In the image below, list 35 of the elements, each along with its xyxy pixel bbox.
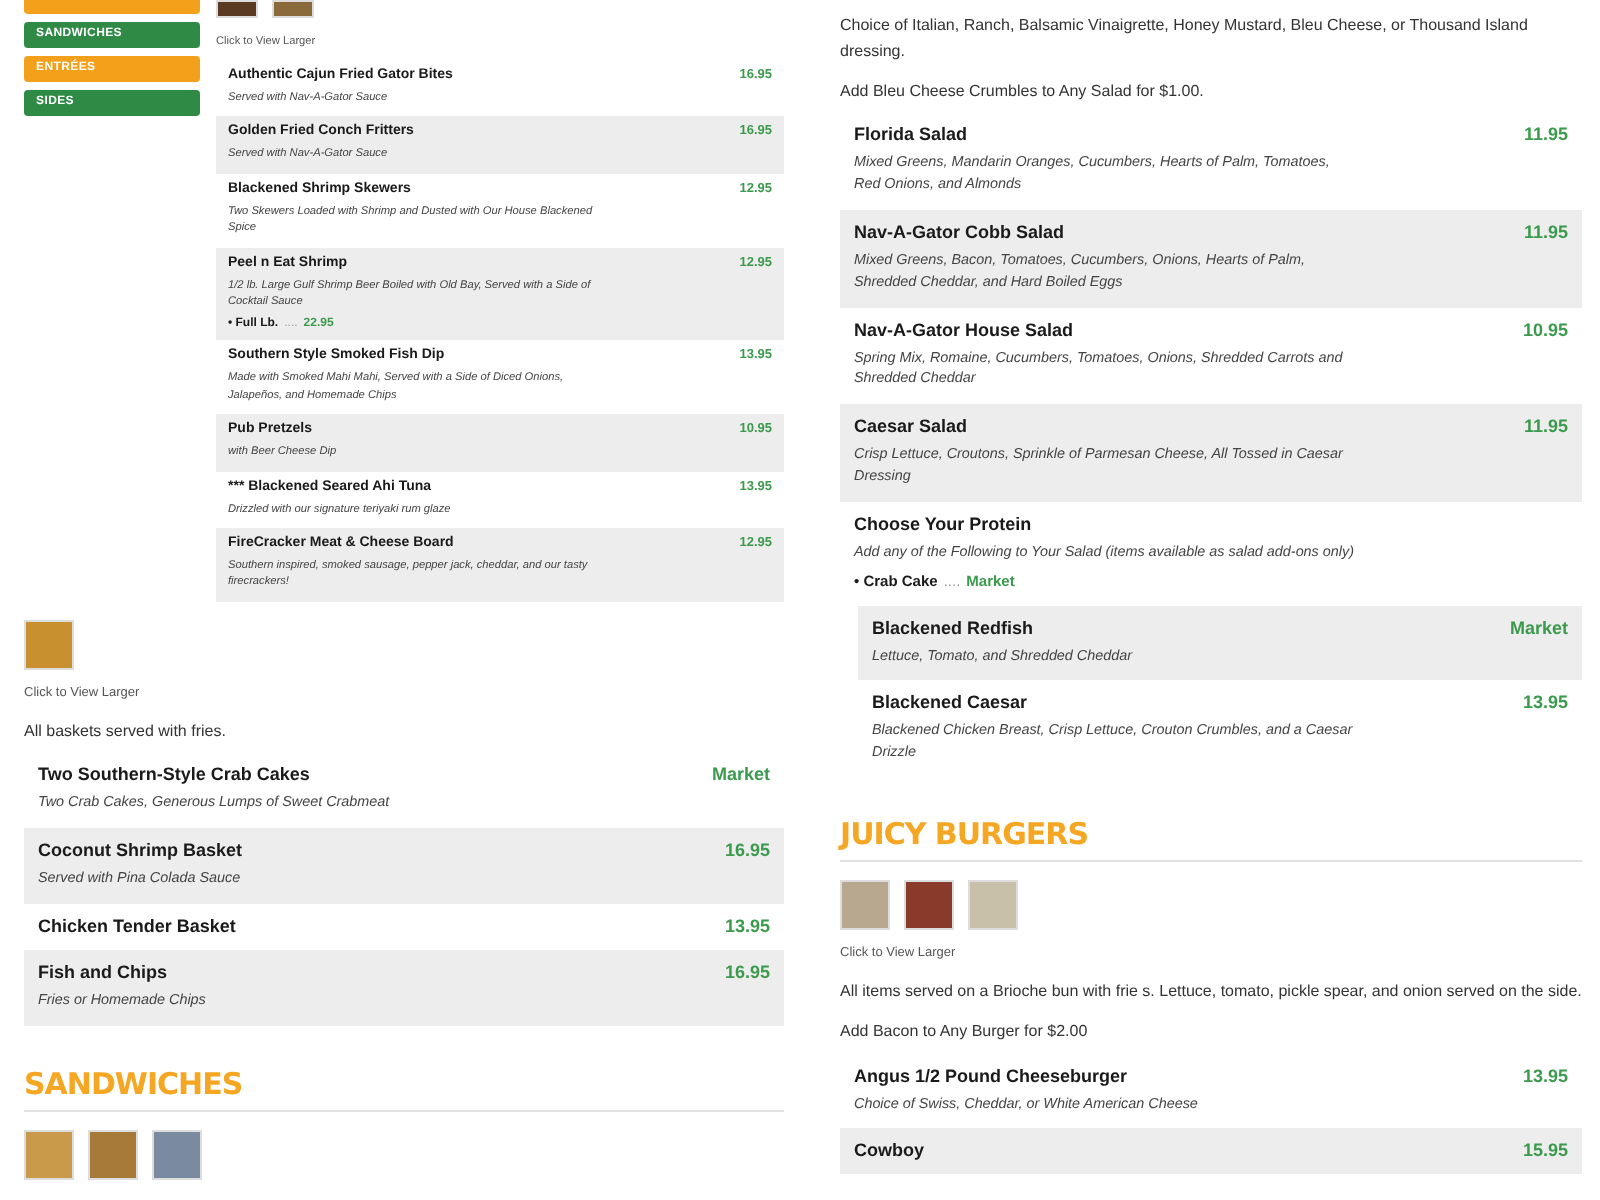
item-price: 11.95 bbox=[1523, 124, 1568, 145]
item-price: 13.95 bbox=[1522, 1065, 1568, 1086]
item-name: Choose Your Protein bbox=[854, 513, 1034, 534]
item-price: 13.95 bbox=[724, 916, 770, 937]
item-price: 15.95 bbox=[1522, 1140, 1568, 1161]
item-price: 16.95 bbox=[724, 962, 770, 983]
item-name: Blackened Caesar bbox=[872, 692, 1030, 713]
item-price: 10.95 bbox=[1522, 319, 1568, 340]
item-price: 16.95 bbox=[724, 840, 770, 861]
section-heading: SANDWICHES bbox=[24, 1065, 784, 1112]
item-name: Cowboy bbox=[854, 1140, 926, 1161]
item-name: Two Southern-Style Crab Cakes bbox=[38, 764, 312, 785]
menu-note: All baskets served with fries. bbox=[24, 719, 228, 744]
item-price: Market bbox=[711, 764, 770, 785]
item-price: Market bbox=[1509, 617, 1568, 638]
menu-note: All items served on a Brioche bun with frie s. Lettuce, tomato, pickle spear, and onion served on the side. bbox=[840, 979, 1582, 1004]
menu-note: Choice of Italian, Ranch, Balsamic Vinaigrette, Honey Mustard, Bleu Cheese, or Thousand Island dressing. bbox=[840, 14, 1530, 64]
item-name: Angus 1/2 Pound Cheeseburger bbox=[854, 1065, 1130, 1086]
item-name: Fish and Chips bbox=[38, 962, 170, 983]
item-name: Florida Salad bbox=[854, 124, 970, 145]
item-name: Blackened Redfish bbox=[872, 617, 1036, 638]
menu-note: Add Bacon to Any Burger for $2.00 bbox=[840, 1019, 1090, 1044]
item-price: 11.95 bbox=[1523, 221, 1568, 242]
item-name: Chicken Tender Basket bbox=[38, 916, 238, 937]
photo-placeholder[interactable] bbox=[272, 0, 314, 18]
photo-placeholder[interactable] bbox=[216, 0, 258, 18]
item-price: 11.95 bbox=[1523, 416, 1568, 437]
item-name: Nav-A-Gator House Salad bbox=[854, 319, 1076, 340]
item-name: Coconut Shrimp Basket bbox=[38, 840, 245, 861]
item-price: 13.95 bbox=[1522, 692, 1568, 713]
section-heading: JUICY BURGERS bbox=[840, 815, 1582, 862]
item-name: Nav-A-Gator Cobb Salad bbox=[854, 221, 1067, 242]
menu-note: Add Bleu Cheese Crumbles to Any Salad for $1.00. bbox=[840, 79, 1206, 104]
item-name: Caesar Salad bbox=[854, 416, 970, 437]
photo-placeholder[interactable] bbox=[904, 879, 954, 930]
